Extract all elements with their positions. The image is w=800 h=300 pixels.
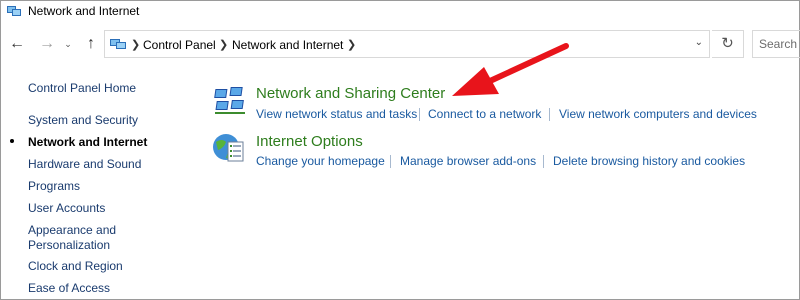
breadcrumb-chevron-right-icon[interactable]: ❯ <box>347 38 356 51</box>
address-bar[interactable]: ❯ Control Panel ❯ Network and Internet ❯… <box>104 30 710 58</box>
link-manage-browser-add-ons[interactable]: Manage browser add-ons <box>400 154 536 168</box>
forward-button[interactable]: → <box>38 34 56 54</box>
link-connect-to-network[interactable]: Connect to a network <box>428 107 541 121</box>
breadcrumb-control-panel[interactable]: Control Panel <box>143 38 216 52</box>
title-bar: Network and Internet <box>0 0 800 24</box>
address-dropdown-chevron-down-icon[interactable]: ⌄ <box>695 37 703 48</box>
back-button[interactable]: ← <box>8 34 26 54</box>
category-internet-options[interactable]: Internet Options <box>256 133 363 150</box>
link-change-homepage[interactable]: Change your homepage <box>256 154 385 168</box>
up-button[interactable]: ↑ <box>82 34 100 54</box>
sidebar-item-ease-of-access[interactable]: Ease of Access <box>28 281 110 296</box>
sidebar-item-user-accounts[interactable]: User Accounts <box>28 201 105 216</box>
link-separator <box>419 108 420 121</box>
sidebar-item-control-panel-home[interactable]: Control Panel Home <box>28 81 136 96</box>
link-separator <box>390 155 391 168</box>
network-app-icon <box>7 6 21 16</box>
current-item-bullet <box>10 139 14 143</box>
navigation-bar: ← → ⌄ ↑ ❯ Control Panel ❯ Network and In… <box>0 29 800 61</box>
sidebar-item-network-and-internet: Network and Internet <box>28 135 148 149</box>
link-view-network-status[interactable]: View network status and tasks <box>256 107 417 121</box>
breadcrumb-network-and-internet[interactable]: Network and Internet <box>232 38 343 52</box>
refresh-icon[interactable]: ↻ <box>712 30 744 58</box>
link-separator <box>549 108 550 121</box>
recent-locations-chevron-down-icon[interactable]: ⌄ <box>62 34 74 54</box>
network-sharing-icon[interactable] <box>213 85 247 115</box>
sidebar-item-appearance-line1[interactable]: Appearance and <box>28 223 116 238</box>
link-delete-browsing-history[interactable]: Delete browsing history and cookies <box>553 154 745 168</box>
search-box[interactable] <box>752 30 800 58</box>
sidebar-item-programs[interactable]: Programs <box>28 179 80 194</box>
internet-options-icon[interactable] <box>212 132 246 164</box>
breadcrumb-chevron-right-icon[interactable]: ❯ <box>219 38 228 51</box>
link-separator <box>543 155 544 168</box>
sidebar-item-system-and-security[interactable]: System and Security <box>28 113 138 128</box>
sidebar-item-appearance-line2[interactable]: Personalization <box>28 238 110 253</box>
link-view-network-computers[interactable]: View network computers and devices <box>559 107 757 121</box>
breadcrumb-chevron-right-icon[interactable]: ❯ <box>131 38 140 51</box>
search-input[interactable] <box>759 32 800 56</box>
category-network-and-sharing-center[interactable]: Network and Sharing Center <box>256 85 445 102</box>
sidebar-item-hardware-and-sound[interactable]: Hardware and Sound <box>28 157 141 172</box>
sidebar-item-clock-and-region[interactable]: Clock and Region <box>28 259 123 274</box>
control-panel-icon <box>110 39 126 49</box>
window-title: Network and Internet <box>28 4 140 18</box>
